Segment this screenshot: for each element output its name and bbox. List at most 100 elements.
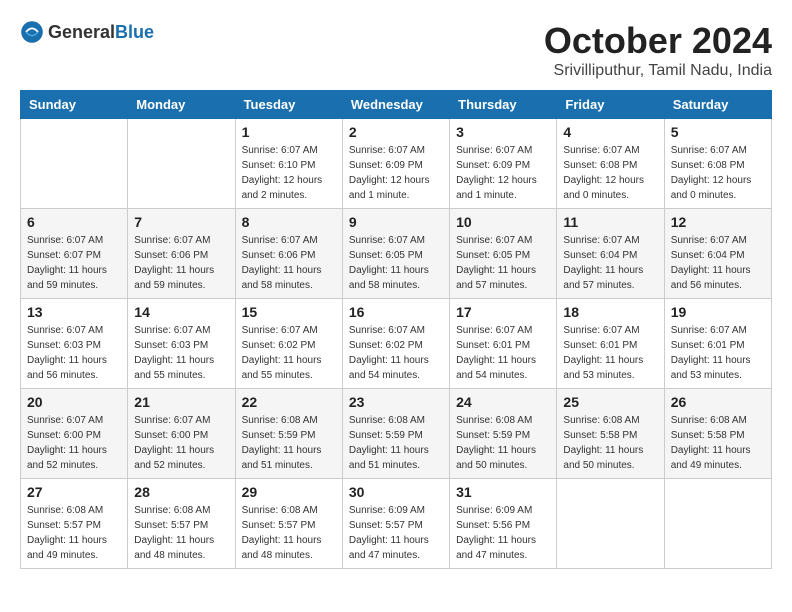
day-info: Sunrise: 6:07 AMSunset: 6:01 PMDaylight:… (456, 323, 550, 383)
day-info: Sunrise: 6:07 AMSunset: 6:00 PMDaylight:… (27, 413, 121, 473)
day-info: Sunrise: 6:08 AMSunset: 5:57 PMDaylight:… (242, 503, 336, 563)
day-number: 3 (456, 124, 550, 140)
day-info: Sunrise: 6:08 AMSunset: 5:59 PMDaylight:… (242, 413, 336, 473)
day-info: Sunrise: 6:09 AMSunset: 5:56 PMDaylight:… (456, 503, 550, 563)
calendar-cell: 9 Sunrise: 6:07 AMSunset: 6:05 PMDaylight… (342, 209, 449, 299)
calendar-cell (21, 119, 128, 209)
day-number: 14 (134, 304, 228, 320)
day-number: 8 (242, 214, 336, 230)
calendar-cell: 7Sunrise: 6:07 AMSunset: 6:06 PMDaylight… (128, 209, 235, 299)
day-number: 11 (563, 214, 657, 230)
day-info: Sunrise: 6:07 AMSunset: 6:08 PMDaylight:… (563, 143, 657, 203)
calendar-cell: 11 Sunrise: 6:07 AMSunset: 6:04 PMDayligh… (557, 209, 664, 299)
calendar-cell: 23Sunrise: 6:08 AMSunset: 5:59 PMDayligh… (342, 389, 449, 479)
day-number: 22 (242, 394, 336, 410)
calendar-cell: 14 Sunrise: 6:07 AMSunset: 6:03 PMDayligh… (128, 299, 235, 389)
calendar-cell: 4 Sunrise: 6:07 AMSunset: 6:08 PMDaylight… (557, 119, 664, 209)
day-number: 9 (349, 214, 443, 230)
day-info: Sunrise: 6:07 AMSunset: 6:06 PMDaylight:… (242, 233, 336, 293)
calendar-cell: 22 Sunrise: 6:08 AMSunset: 5:59 PMDayligh… (235, 389, 342, 479)
calendar-cell: 25Sunrise: 6:08 AMSunset: 5:58 PMDayligh… (557, 389, 664, 479)
calendar-cell: 15 Sunrise: 6:07 AMSunset: 6:02 PMDayligh… (235, 299, 342, 389)
calendar-cell: 31 Sunrise: 6:09 AMSunset: 5:56 PMDayligh… (450, 479, 557, 569)
day-number: 1 (242, 124, 336, 140)
calendar-week-row: 20 Sunrise: 6:07 AMSunset: 6:00 PMDayligh… (21, 389, 772, 479)
calendar-cell: 16Sunrise: 6:07 AMSunset: 6:02 PMDayligh… (342, 299, 449, 389)
day-info: Sunrise: 6:08 AMSunset: 5:57 PMDaylight:… (27, 503, 121, 563)
day-number: 26 (671, 394, 765, 410)
header: GeneralBlue October 2024 Srivilliputhur,… (20, 20, 772, 80)
weekday-header: Friday (557, 91, 664, 119)
calendar-week-row: 13 Sunrise: 6:07 AMSunset: 6:03 PMDayligh… (21, 299, 772, 389)
day-info: Sunrise: 6:08 AMSunset: 5:57 PMDaylight:… (134, 503, 228, 563)
calendar-cell: 20 Sunrise: 6:07 AMSunset: 6:00 PMDayligh… (21, 389, 128, 479)
day-info: Sunrise: 6:07 AMSunset: 6:10 PMDaylight:… (242, 143, 336, 203)
day-info: Sunrise: 6:08 AMSunset: 5:58 PMDaylight:… (671, 413, 765, 473)
calendar-cell: 1 Sunrise: 6:07 AMSunset: 6:10 PMDaylight… (235, 119, 342, 209)
calendar: SundayMondayTuesdayWednesdayThursdayFrid… (20, 90, 772, 569)
calendar-week-row: 6 Sunrise: 6:07 AMSunset: 6:07 PMDaylight… (21, 209, 772, 299)
day-number: 21 (134, 394, 228, 410)
day-number: 2 (349, 124, 443, 140)
day-number: 27 (27, 484, 121, 500)
calendar-cell (664, 479, 771, 569)
day-number: 20 (27, 394, 121, 410)
calendar-cell: 8 Sunrise: 6:07 AMSunset: 6:06 PMDaylight… (235, 209, 342, 299)
calendar-cell: 6 Sunrise: 6:07 AMSunset: 6:07 PMDaylight… (21, 209, 128, 299)
day-info: Sunrise: 6:07 AMSunset: 6:03 PMDaylight:… (134, 323, 228, 383)
logo-general: General (48, 22, 115, 42)
weekday-header: Wednesday (342, 91, 449, 119)
day-number: 19 (671, 304, 765, 320)
logo-text: GeneralBlue (48, 22, 154, 43)
day-info: Sunrise: 6:07 AMSunset: 6:01 PMDaylight:… (563, 323, 657, 383)
calendar-week-row: 27 Sunrise: 6:08 AMSunset: 5:57 PMDayligh… (21, 479, 772, 569)
weekday-header: Saturday (664, 91, 771, 119)
day-info: Sunrise: 6:07 AMSunset: 6:09 PMDaylight:… (456, 143, 550, 203)
calendar-cell: 2 Sunrise: 6:07 AMSunset: 6:09 PMDaylight… (342, 119, 449, 209)
day-number: 28 (134, 484, 228, 500)
calendar-cell: 28 Sunrise: 6:08 AMSunset: 5:57 PMDayligh… (128, 479, 235, 569)
calendar-cell: 12 Sunrise: 6:07 AMSunset: 6:04 PMDayligh… (664, 209, 771, 299)
calendar-cell: 19Sunrise: 6:07 AMSunset: 6:01 PMDayligh… (664, 299, 771, 389)
calendar-cell: 10Sunrise: 6:07 AMSunset: 6:05 PMDayligh… (450, 209, 557, 299)
weekday-header: Sunday (21, 91, 128, 119)
day-number: 15 (242, 304, 336, 320)
day-info: Sunrise: 6:07 AMSunset: 6:05 PMDaylight:… (456, 233, 550, 293)
day-info: Sunrise: 6:07 AMSunset: 6:04 PMDaylight:… (563, 233, 657, 293)
day-number: 31 (456, 484, 550, 500)
day-info: Sunrise: 6:07 AMSunset: 6:07 PMDaylight:… (27, 233, 121, 293)
calendar-cell: 21 Sunrise: 6:07 AMSunset: 6:00 PMDayligh… (128, 389, 235, 479)
month-title: October 2024 (544, 20, 772, 62)
title-area: October 2024 Srivilliputhur, Tamil Nadu,… (544, 20, 772, 80)
location-title: Srivilliputhur, Tamil Nadu, India (544, 62, 772, 80)
day-number: 6 (27, 214, 121, 230)
day-number: 18 (563, 304, 657, 320)
calendar-cell (557, 479, 664, 569)
day-number: 29 (242, 484, 336, 500)
day-info: Sunrise: 6:07 AMSunset: 6:09 PMDaylight:… (349, 143, 443, 203)
day-info: Sunrise: 6:09 AMSunset: 5:57 PMDaylight:… (349, 503, 443, 563)
day-info: Sunrise: 6:07 AMSunset: 6:05 PMDaylight:… (349, 233, 443, 293)
day-number: 17 (456, 304, 550, 320)
day-info: Sunrise: 6:08 AMSunset: 5:59 PMDaylight:… (349, 413, 443, 473)
day-info: Sunrise: 6:08 AMSunset: 5:59 PMDaylight:… (456, 413, 550, 473)
day-info: Sunrise: 6:07 AMSunset: 6:02 PMDaylight:… (242, 323, 336, 383)
day-number: 4 (563, 124, 657, 140)
calendar-cell: 24 Sunrise: 6:08 AMSunset: 5:59 PMDayligh… (450, 389, 557, 479)
day-number: 13 (27, 304, 121, 320)
day-number: 7 (134, 214, 228, 230)
calendar-cell: 27 Sunrise: 6:08 AMSunset: 5:57 PMDayligh… (21, 479, 128, 569)
weekday-header: Thursday (450, 91, 557, 119)
day-info: Sunrise: 6:07 AMSunset: 6:00 PMDaylight:… (134, 413, 228, 473)
day-number: 12 (671, 214, 765, 230)
day-number: 25 (563, 394, 657, 410)
day-number: 5 (671, 124, 765, 140)
logo: GeneralBlue (20, 20, 154, 44)
day-number: 16 (349, 304, 443, 320)
calendar-cell: 5Sunrise: 6:07 AMSunset: 6:08 PMDaylight… (664, 119, 771, 209)
day-number: 30 (349, 484, 443, 500)
calendar-week-row: 1 Sunrise: 6:07 AMSunset: 6:10 PMDaylight… (21, 119, 772, 209)
calendar-cell: 13Sunrise: 6:07 AMSunset: 6:03 PMDayligh… (21, 299, 128, 389)
day-info: Sunrise: 6:07 AMSunset: 6:04 PMDaylight:… (671, 233, 765, 293)
day-number: 24 (456, 394, 550, 410)
